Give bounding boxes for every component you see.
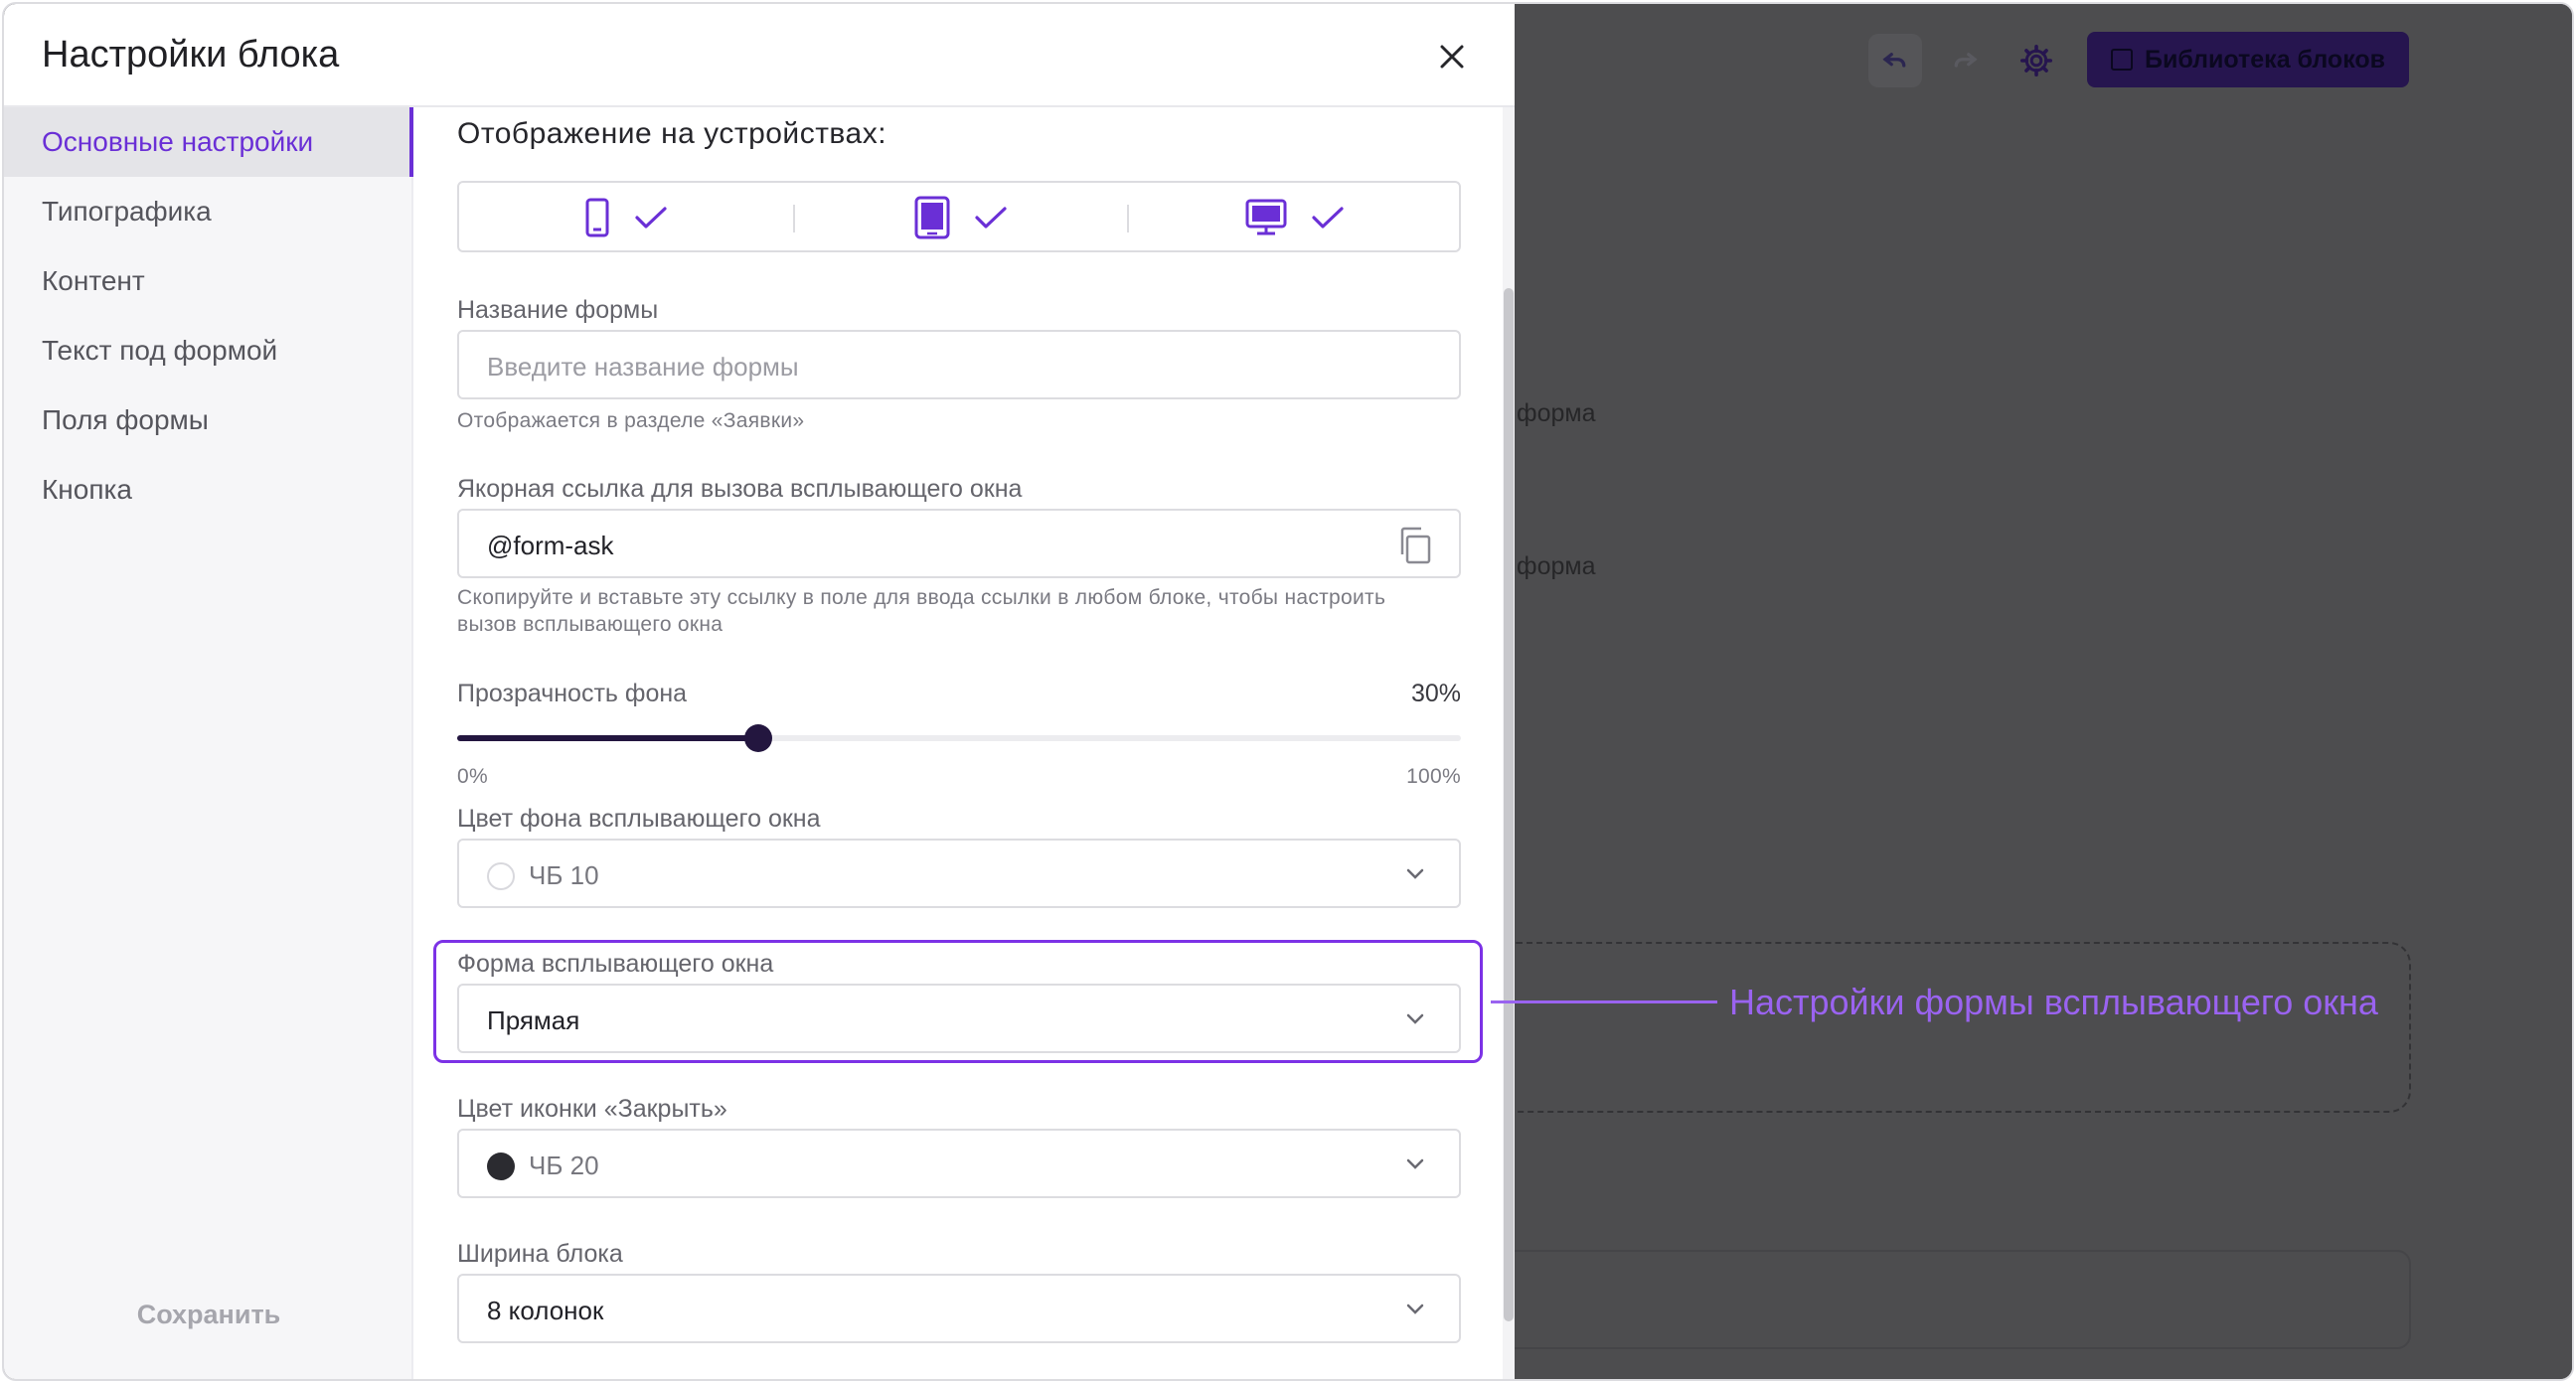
library-button[interactable]: Библиотека блоков — [2087, 32, 2409, 87]
opacity-min-label: 0% — [457, 765, 488, 788]
modal-title: Настройки блока — [42, 34, 340, 76]
modal-header: Настройки блока — [4, 4, 1515, 107]
opacity-label: Прозрачность фона — [457, 680, 688, 707]
device-desktop-toggle[interactable] — [1128, 195, 1462, 240]
undo-button[interactable] — [1868, 34, 1922, 87]
sidebar-item-label: Поля формы — [42, 404, 209, 435]
anchor-link-field[interactable]: @form-ask — [457, 509, 1461, 578]
gear-icon — [2019, 44, 2053, 77]
anchor-link-value: @form-ask — [487, 531, 614, 560]
callout-line — [1491, 1000, 1717, 1003]
sidebar-item-typography[interactable]: Типографика — [4, 177, 413, 246]
device-tablet-toggle[interactable] — [794, 195, 1128, 240]
screenshot-frame: Библиотека блоков форма форма Настройки … — [2, 2, 2574, 1381]
library-button-label: Библиотека блоков — [2144, 45, 2386, 74]
opacity-slider-track[interactable] — [457, 735, 1461, 741]
phone-icon — [585, 198, 609, 237]
tablet-icon — [914, 196, 950, 239]
block-settings-modal: Настройки блока Основные настройки Типог… — [4, 4, 1515, 1379]
copy-button[interactable] — [1397, 527, 1433, 569]
opacity-value: 30% — [1410, 680, 1461, 707]
block-width-label: Ширина блока — [457, 1240, 623, 1268]
check-icon — [975, 207, 1007, 229]
device-visibility-toggle — [457, 181, 1461, 252]
sidebar-item-button[interactable]: Кнопка — [4, 455, 413, 525]
form-name-hint: Отображается в разделе «Заявки» — [457, 409, 805, 432]
anchor-link-label: Якорная ссылка для вызова всплывающего о… — [457, 475, 1023, 503]
close-icon-color-label: Цвет иконки «Закрыть» — [457, 1095, 727, 1123]
check-icon — [1312, 207, 1344, 229]
popup-bg-color-value: ЧБ 10 — [529, 860, 599, 890]
close-icon — [1440, 45, 1464, 69]
scrollbar-thumb[interactable] — [1504, 288, 1514, 1321]
sidebar-item-label: Типографика — [42, 196, 212, 227]
chevron-down-icon — [1406, 1158, 1424, 1169]
sidebar-item-text-under-form[interactable]: Текст под формой — [4, 316, 413, 385]
background-block — [1495, 1250, 2411, 1349]
check-icon — [635, 207, 667, 229]
popup-bg-color-select[interactable]: ЧБ 10 — [457, 839, 1461, 908]
settings-content: Отображение на устройствах: Название фор… — [413, 107, 1515, 1379]
devices-title: Отображение на устройствах: — [457, 117, 887, 150]
close-button[interactable] — [1427, 32, 1477, 81]
background-text: форма — [1517, 552, 1596, 580]
background-text: форма — [1517, 399, 1596, 427]
sidebar-item-form-fields[interactable]: Поля формы — [4, 385, 413, 455]
opacity-max-label: 100% — [1406, 765, 1461, 788]
copy-icon — [1400, 527, 1431, 564]
sidebar-item-label: Кнопка — [42, 474, 132, 505]
dashed-drop-area — [1495, 942, 2411, 1113]
settings-sidebar: Основные настройки Типографика Контент Т… — [4, 107, 413, 1379]
close-icon-color-select[interactable]: ЧБ 20 — [457, 1129, 1461, 1198]
sidebar-item-content[interactable]: Контент — [4, 246, 413, 316]
library-icon — [2110, 49, 2133, 71]
redo-button[interactable] — [1938, 34, 1992, 87]
chevron-down-icon — [1406, 1304, 1424, 1314]
settings-button[interactable] — [2010, 34, 2063, 87]
sidebar-item-label: Основные настройки — [42, 126, 314, 157]
desktop-icon — [1245, 199, 1287, 235]
chevron-down-icon — [1406, 868, 1424, 879]
opacity-slider-fill — [457, 735, 758, 741]
redo-icon — [1954, 53, 1978, 68]
block-width-select[interactable]: 8 колонок — [457, 1274, 1461, 1343]
sidebar-item-label: Текст под формой — [42, 335, 278, 366]
callout-text: Настройки формы всплывающего окна — [1729, 982, 2378, 1022]
undo-icon — [1882, 53, 1906, 68]
save-button[interactable]: Сохранить — [4, 1300, 413, 1330]
color-swatch — [487, 1152, 515, 1180]
anchor-link-hint-line2: вызов всплывающего окна — [457, 613, 724, 636]
anchor-link-hint-line1: Скопируйте и вставьте эту ссылку в поле … — [457, 586, 1386, 609]
block-width-value: 8 колонок — [487, 1296, 604, 1325]
popup-shape-highlight — [433, 940, 1483, 1063]
opacity-slider-thumb[interactable] — [744, 724, 772, 752]
color-swatch — [487, 862, 515, 890]
sidebar-item-label: Контент — [42, 265, 145, 296]
form-name-placeholder: Введите название формы — [487, 352, 799, 382]
form-name-field[interactable]: Введите название формы — [457, 330, 1461, 399]
sidebar-item-basic-settings[interactable]: Основные настройки — [4, 107, 413, 177]
close-icon-color-value: ЧБ 20 — [529, 1151, 599, 1180]
form-name-label: Название формы — [457, 296, 659, 324]
device-mobile-toggle[interactable] — [459, 195, 793, 240]
popup-bg-color-label: Цвет фона всплывающего окна — [457, 805, 821, 833]
